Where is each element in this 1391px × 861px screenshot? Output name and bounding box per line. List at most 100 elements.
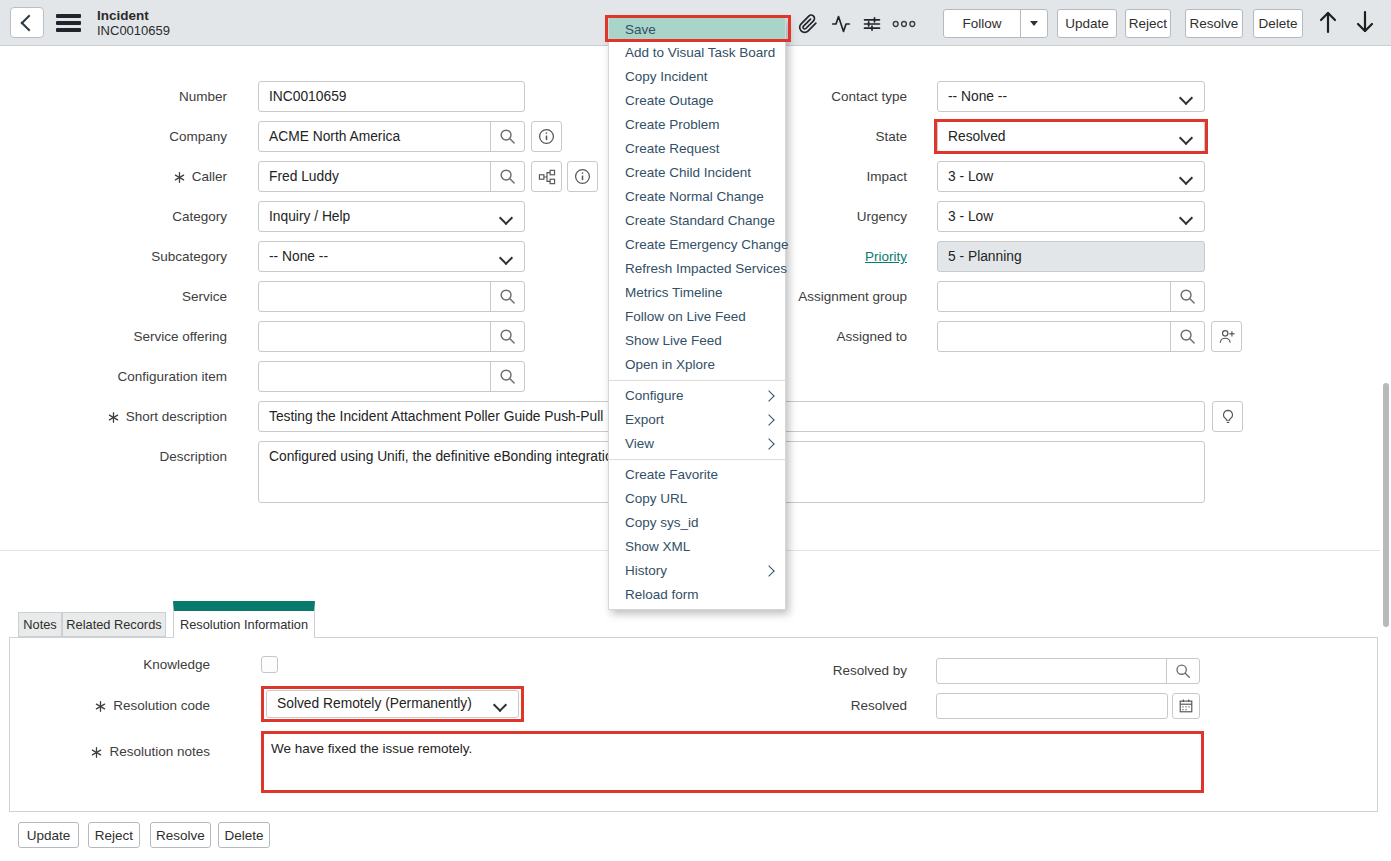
chevron-right-icon <box>763 390 774 401</box>
previous-record-icon[interactable] <box>1316 10 1340 34</box>
menu-item-open-in-xplore[interactable]: Open in Xplore <box>609 353 785 377</box>
menu-item-follow-on-live-feed[interactable]: Follow on Live Feed <box>609 305 785 329</box>
chevron-right-icon <box>763 438 774 449</box>
resolved-field[interactable] <box>936 693 1168 719</box>
company-lookup-button[interactable] <box>490 122 524 151</box>
personalize-form-icon[interactable] <box>860 12 884 36</box>
caller-show-related-button[interactable] <box>531 161 562 192</box>
menu-item-copy-incident[interactable]: Copy Incident <box>609 65 785 89</box>
service-label: Service <box>20 281 227 312</box>
menu-separator <box>609 380 785 381</box>
menu-item-create-outage[interactable]: Create Outage <box>609 89 785 113</box>
urgency-select[interactable]: 3 - Low <box>937 201 1205 232</box>
menu-item-save[interactable]: Save <box>609 18 785 41</box>
assign-to-me-button[interactable] <box>1211 321 1242 352</box>
menu-item-show-live-feed[interactable]: Show Live Feed <box>609 329 785 353</box>
menu-item-create-standard-change[interactable]: Create Standard Change <box>609 209 785 233</box>
menu-item-configure[interactable]: Configure <box>609 384 785 408</box>
footer-update-button[interactable]: Update <box>18 822 79 848</box>
caret-down-icon <box>1030 21 1038 26</box>
menu-item-create-problem[interactable]: Create Problem <box>609 113 785 137</box>
menu-item-create-normal-change[interactable]: Create Normal Change <box>609 185 785 209</box>
vertical-scrollbar[interactable] <box>1383 383 1389 627</box>
number-label: Number <box>20 81 227 112</box>
resolve-button[interactable]: Resolve <box>1185 9 1243 38</box>
service-offering-lookup-button[interactable] <box>490 322 524 351</box>
required-icon <box>95 692 106 723</box>
service-offering-label: Service offering <box>20 321 227 352</box>
configuration-item-lookup-button[interactable] <box>490 362 524 391</box>
menu-item-refresh-impacted-services[interactable]: Refresh Impacted Services <box>609 257 785 281</box>
menu-item-create-request[interactable]: Create Request <box>609 137 785 161</box>
resolved-by-lookup-button[interactable] <box>1166 659 1199 683</box>
menu-item-create-child-incident[interactable]: Create Child Incident <box>609 161 785 185</box>
more-options-icon[interactable] <box>892 12 916 36</box>
menu-item-history[interactable]: History <box>609 559 785 583</box>
menu-item-show-xml[interactable]: Show XML <box>609 535 785 559</box>
knowledge-checkbox[interactable] <box>261 656 278 673</box>
footer-resolve-button[interactable]: Resolve <box>150 822 211 848</box>
subcategory-select[interactable]: -- None -- <box>258 241 525 272</box>
resolved-label: Resolved <box>700 690 907 721</box>
short-description-label: Short description <box>20 401 227 432</box>
menu-item-metrics-timeline[interactable]: Metrics Timeline <box>609 281 785 305</box>
activity-stream-icon[interactable] <box>829 12 853 36</box>
delete-button[interactable]: Delete <box>1253 9 1303 38</box>
description-label: Description <box>20 441 227 472</box>
attachment-icon[interactable] <box>796 12 820 36</box>
chevron-right-icon <box>763 414 774 425</box>
menu-toggle-button[interactable] <box>56 14 81 32</box>
menu-item-create-emergency-change[interactable]: Create Emergency Change <box>609 233 785 257</box>
footer-reject-button[interactable]: Reject <box>88 822 140 848</box>
resolved-calendar-button[interactable] <box>1172 693 1200 719</box>
company-label: Company <box>20 121 227 152</box>
menu-item-reload-form[interactable]: Reload form <box>609 583 785 607</box>
resolved-by-field[interactable] <box>936 658 1200 684</box>
assigned-to-lookup-button[interactable] <box>1170 322 1204 351</box>
number-field[interactable]: INC0010659 <box>258 81 525 112</box>
service-lookup-button[interactable] <box>490 282 524 311</box>
follow-button[interactable]: Follow <box>944 16 1020 31</box>
menu-item-copy-url[interactable]: Copy URL <box>609 487 785 511</box>
required-icon <box>108 403 119 434</box>
contact-type-select[interactable]: -- None -- <box>937 81 1205 112</box>
resolution-code-label: Resolution code <box>20 690 210 721</box>
menu-item-copy-sys-id[interactable]: Copy sys_id <box>609 511 785 535</box>
state-select[interactable]: Resolved <box>937 121 1205 152</box>
menu-item-export[interactable]: Export <box>609 408 785 432</box>
configuration-item-field[interactable] <box>258 361 525 392</box>
reject-button[interactable]: Reject <box>1125 9 1171 38</box>
menu-item-create-favorite[interactable]: Create Favorite <box>609 463 785 487</box>
assignment-group-field[interactable] <box>937 281 1205 312</box>
impact-select[interactable]: 3 - Low <box>937 161 1205 192</box>
record-type-title: Incident <box>97 8 149 23</box>
caller-lookup-button[interactable] <box>490 162 524 191</box>
update-button[interactable]: Update <box>1057 9 1117 38</box>
suggestion-lightbulb-button[interactable] <box>1212 401 1243 432</box>
back-button[interactable] <box>10 7 44 38</box>
incident-form-page: Incident INC0010659 Follow Update Reject… <box>0 0 1391 861</box>
caller-field[interactable]: Fred Luddy <box>258 161 525 192</box>
resolution-notes-text: We have fixed the issue remotely. <box>271 741 472 756</box>
footer-delete-button[interactable]: Delete <box>218 822 270 848</box>
required-icon <box>174 163 185 194</box>
resolution-code-select[interactable]: Solved Remotely (Permanently) <box>266 690 519 718</box>
company-field[interactable]: ACME North America <box>258 121 525 152</box>
tab-notes[interactable]: Notes <box>18 612 62 637</box>
subcategory-label: Subcategory <box>20 241 227 272</box>
follow-dropdown-button[interactable] <box>1020 10 1047 37</box>
priority-link[interactable]: Priority <box>865 249 907 264</box>
menu-item-view[interactable]: View <box>609 432 785 456</box>
company-preview-button[interactable] <box>531 121 562 152</box>
assignment-group-lookup-button[interactable] <box>1170 282 1204 311</box>
menu-item-add-to-visual-task-board[interactable]: Add to Visual Task Board <box>609 41 785 65</box>
caller-preview-button[interactable] <box>567 161 598 192</box>
tab-related-records[interactable]: Related Records <box>62 612 166 637</box>
chevron-left-icon <box>21 14 38 31</box>
service-offering-field[interactable] <box>258 321 525 352</box>
assigned-to-field[interactable] <box>937 321 1205 352</box>
service-field[interactable] <box>258 281 525 312</box>
next-record-icon[interactable] <box>1353 10 1377 34</box>
tab-resolution-information[interactable]: Resolution Information <box>173 601 315 638</box>
category-select[interactable]: Inquiry / Help <box>258 201 525 232</box>
